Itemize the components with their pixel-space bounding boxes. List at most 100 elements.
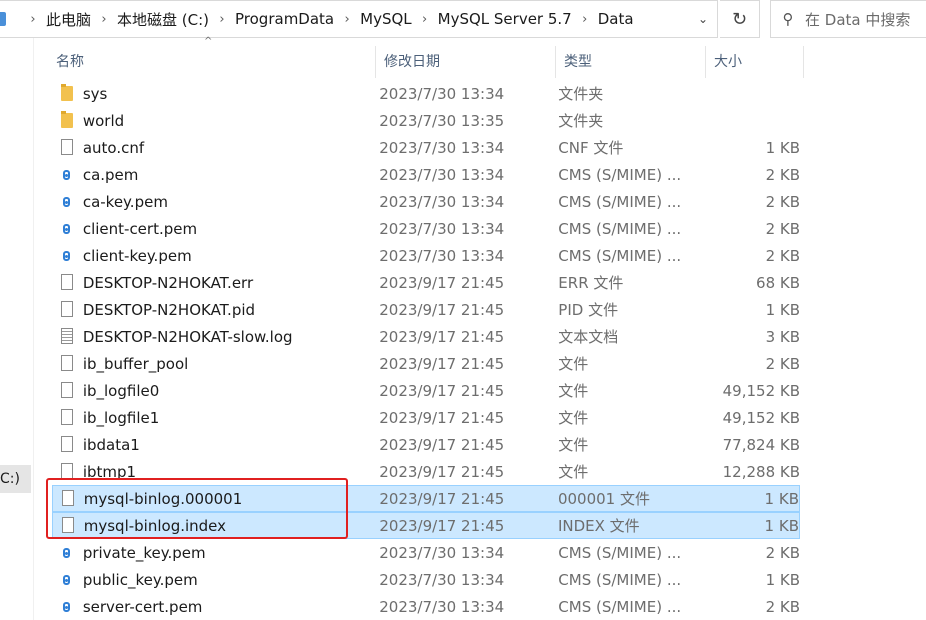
file-type: CMS (S/MIME) ... [558, 165, 682, 184]
file-modified-date: 2023/7/30 13:34 [379, 192, 505, 211]
file-row[interactable]: DESKTOP-N2HOKAT.err 2023/9/17 21:45 ERR 文件… [52, 269, 800, 296]
column-header-date[interactable]: 修改日期 [375, 46, 555, 78]
file-size: 49,152 KB [722, 381, 801, 400]
file-row[interactable]: server-cert.pem 2023/7/30 13:34 CMS (S/MIM… [52, 593, 800, 620]
file-row[interactable]: public_key.pem 2023/7/30 13:34 CMS (S/MIME… [52, 566, 800, 593]
file-size: 68 KB [756, 273, 801, 292]
file-icon [52, 404, 83, 431]
file-row[interactable]: ibtmp1 2023/9/17 21:45 文件 12,288 KB [52, 458, 800, 485]
file-list: sys 2023/7/30 13:34 文件夹 world 2023/7/30 13:3… [52, 80, 800, 620]
file-name: world [82, 111, 125, 130]
file-name: ib_logfile0 [82, 381, 160, 400]
file-type: 文件 [558, 436, 589, 454]
search-box[interactable]: ⚲ 在 Data 中搜索 [770, 0, 926, 38]
file-row[interactable]: ca.pem 2023/7/30 13:34 CMS (S/MIME) ... 2 K… [52, 161, 800, 188]
file-modified-date: 2023/9/17 21:45 [379, 408, 505, 427]
file-modified-date: 2023/7/30 13:34 [379, 246, 505, 265]
file-row[interactable]: DESKTOP-N2HOKAT.pid 2023/9/17 21:45 PID 文件… [52, 296, 800, 323]
navigation-pane: C:) [0, 38, 34, 620]
chevron-right-icon[interactable]: › [209, 12, 235, 27]
text-file-icon [52, 323, 83, 350]
file-row[interactable]: world 2023/7/30 13:35 文件夹 [52, 107, 800, 134]
file-modified-date: 2023/7/30 13:34 [379, 84, 505, 103]
file-type: 文件 [558, 409, 589, 427]
file-type: 000001 文件 [557, 490, 650, 508]
breadcrumb: › 此电脑 › 本地磁盘 (C:) › ProgramData › MySQL … [20, 1, 634, 37]
file-row[interactable]: mysql-binlog.index 2023/9/17 21:45 INDEX 文… [52, 512, 800, 539]
file-type: CMS (S/MIME) ... [558, 570, 682, 589]
folder-icon [52, 80, 83, 107]
file-type: CMS (S/MIME) ... [558, 543, 682, 562]
file-size: 49,152 KB [722, 408, 801, 427]
file-row[interactable]: ca-key.pem 2023/7/30 13:34 CMS (S/MIME) ..… [52, 188, 800, 215]
file-size: 1 KB [765, 300, 801, 319]
chevron-right-icon[interactable]: › [91, 12, 117, 27]
certificate-icon [52, 188, 83, 215]
file-row[interactable]: ib_logfile0 2023/9/17 21:45 文件 49,152 KB [52, 377, 800, 404]
file-row[interactable]: client-key.pem 2023/7/30 13:34 CMS (S/MIME… [52, 242, 800, 269]
file-size: 2 KB [765, 192, 801, 211]
folder-icon [52, 107, 83, 134]
file-row[interactable]: ibdata1 2023/9/17 21:45 文件 77,824 KB [52, 431, 800, 458]
certificate-icon [52, 215, 83, 242]
file-name: ib_logfile1 [82, 408, 160, 427]
column-header-name[interactable]: ^ 名称 [48, 36, 375, 78]
breadcrumb-local-disk[interactable]: 本地磁盘 (C:) [117, 9, 209, 30]
column-header-type[interactable]: 类型 [555, 46, 705, 78]
nav-item-local-disk[interactable]: C:) [0, 465, 31, 493]
file-icon [53, 512, 84, 539]
file-name: ibdata1 [82, 435, 140, 454]
file-type: CMS (S/MIME) ... [558, 246, 682, 265]
file-modified-date: 2023/7/30 13:34 [379, 543, 505, 562]
file-row[interactable]: ib_buffer_pool 2023/9/17 21:45 文件 2 KB [52, 350, 800, 377]
file-name: ib_buffer_pool [82, 354, 189, 373]
address-history-dropdown[interactable]: ⌄ [689, 1, 717, 37]
breadcrumb-data[interactable]: Data [598, 10, 634, 28]
file-name: ibtmp1 [82, 462, 137, 481]
file-modified-date: 2023/9/17 21:45 [379, 489, 505, 508]
chevron-right-icon[interactable]: › [412, 12, 438, 27]
file-type: 文件夹 [558, 112, 604, 130]
file-name: mysql-binlog.000001 [83, 489, 243, 508]
file-size: 2 KB [765, 246, 801, 265]
file-name: sys [82, 84, 108, 103]
file-row[interactable]: DESKTOP-N2HOKAT-slow.log 2023/9/17 21:45 文… [52, 323, 800, 350]
file-icon [52, 134, 83, 161]
file-row[interactable]: mysql-binlog.000001 2023/9/17 21:45 000001… [52, 485, 800, 512]
file-name: client-cert.pem [82, 219, 198, 238]
file-size: 2 KB [765, 219, 801, 238]
sort-ascending-icon: ^ [204, 36, 213, 47]
certificate-icon [52, 242, 83, 269]
file-row[interactable]: private_key.pem 2023/7/30 13:34 CMS (S/MIM… [52, 539, 800, 566]
file-icon [52, 350, 83, 377]
location-icon [0, 1, 20, 37]
file-modified-date: 2023/9/17 21:45 [379, 273, 505, 292]
file-row[interactable]: client-cert.pem 2023/7/30 13:34 CMS (S/MIM… [52, 215, 800, 242]
file-row[interactable]: ib_logfile1 2023/9/17 21:45 文件 49,152 KB [52, 404, 800, 431]
breadcrumb-this-pc[interactable]: 此电脑 [46, 9, 91, 30]
chevron-right-icon[interactable]: › [20, 12, 46, 27]
breadcrumb-mysql[interactable]: MySQL [360, 10, 412, 28]
file-size: 77,824 KB [722, 435, 801, 454]
chevron-right-icon[interactable]: › [572, 12, 598, 27]
file-name: ca-key.pem [82, 192, 168, 211]
file-type: 文件 [558, 355, 589, 373]
address-bar[interactable]: › 此电脑 › 本地磁盘 (C:) › ProgramData › MySQL … [0, 0, 718, 38]
file-modified-date: 2023/9/17 21:45 [379, 381, 505, 400]
file-modified-date: 2023/7/30 13:34 [379, 597, 505, 616]
column-header-size[interactable]: 大小 [705, 46, 804, 78]
file-type: 文件夹 [558, 85, 604, 103]
file-type: CMS (S/MIME) ... [558, 219, 682, 238]
file-row[interactable]: sys 2023/7/30 13:34 文件夹 [52, 80, 800, 107]
breadcrumb-programdata[interactable]: ProgramData [235, 10, 334, 28]
file-modified-date: 2023/9/17 21:45 [379, 435, 505, 454]
search-input[interactable]: 在 Data 中搜索 [805, 9, 910, 30]
column-header-row: ^ 名称 修改日期 类型 大小 [48, 36, 804, 78]
certificate-icon [52, 161, 83, 188]
refresh-button[interactable]: ↻ [720, 0, 760, 38]
file-row[interactable]: auto.cnf 2023/7/30 13:34 CNF 文件 1 KB [52, 134, 800, 161]
breadcrumb-mysql-server[interactable]: MySQL Server 5.7 [438, 10, 572, 28]
file-modified-date: 2023/7/30 13:35 [379, 111, 505, 130]
chevron-right-icon[interactable]: › [334, 12, 360, 27]
file-modified-date: 2023/7/30 13:34 [379, 570, 505, 589]
